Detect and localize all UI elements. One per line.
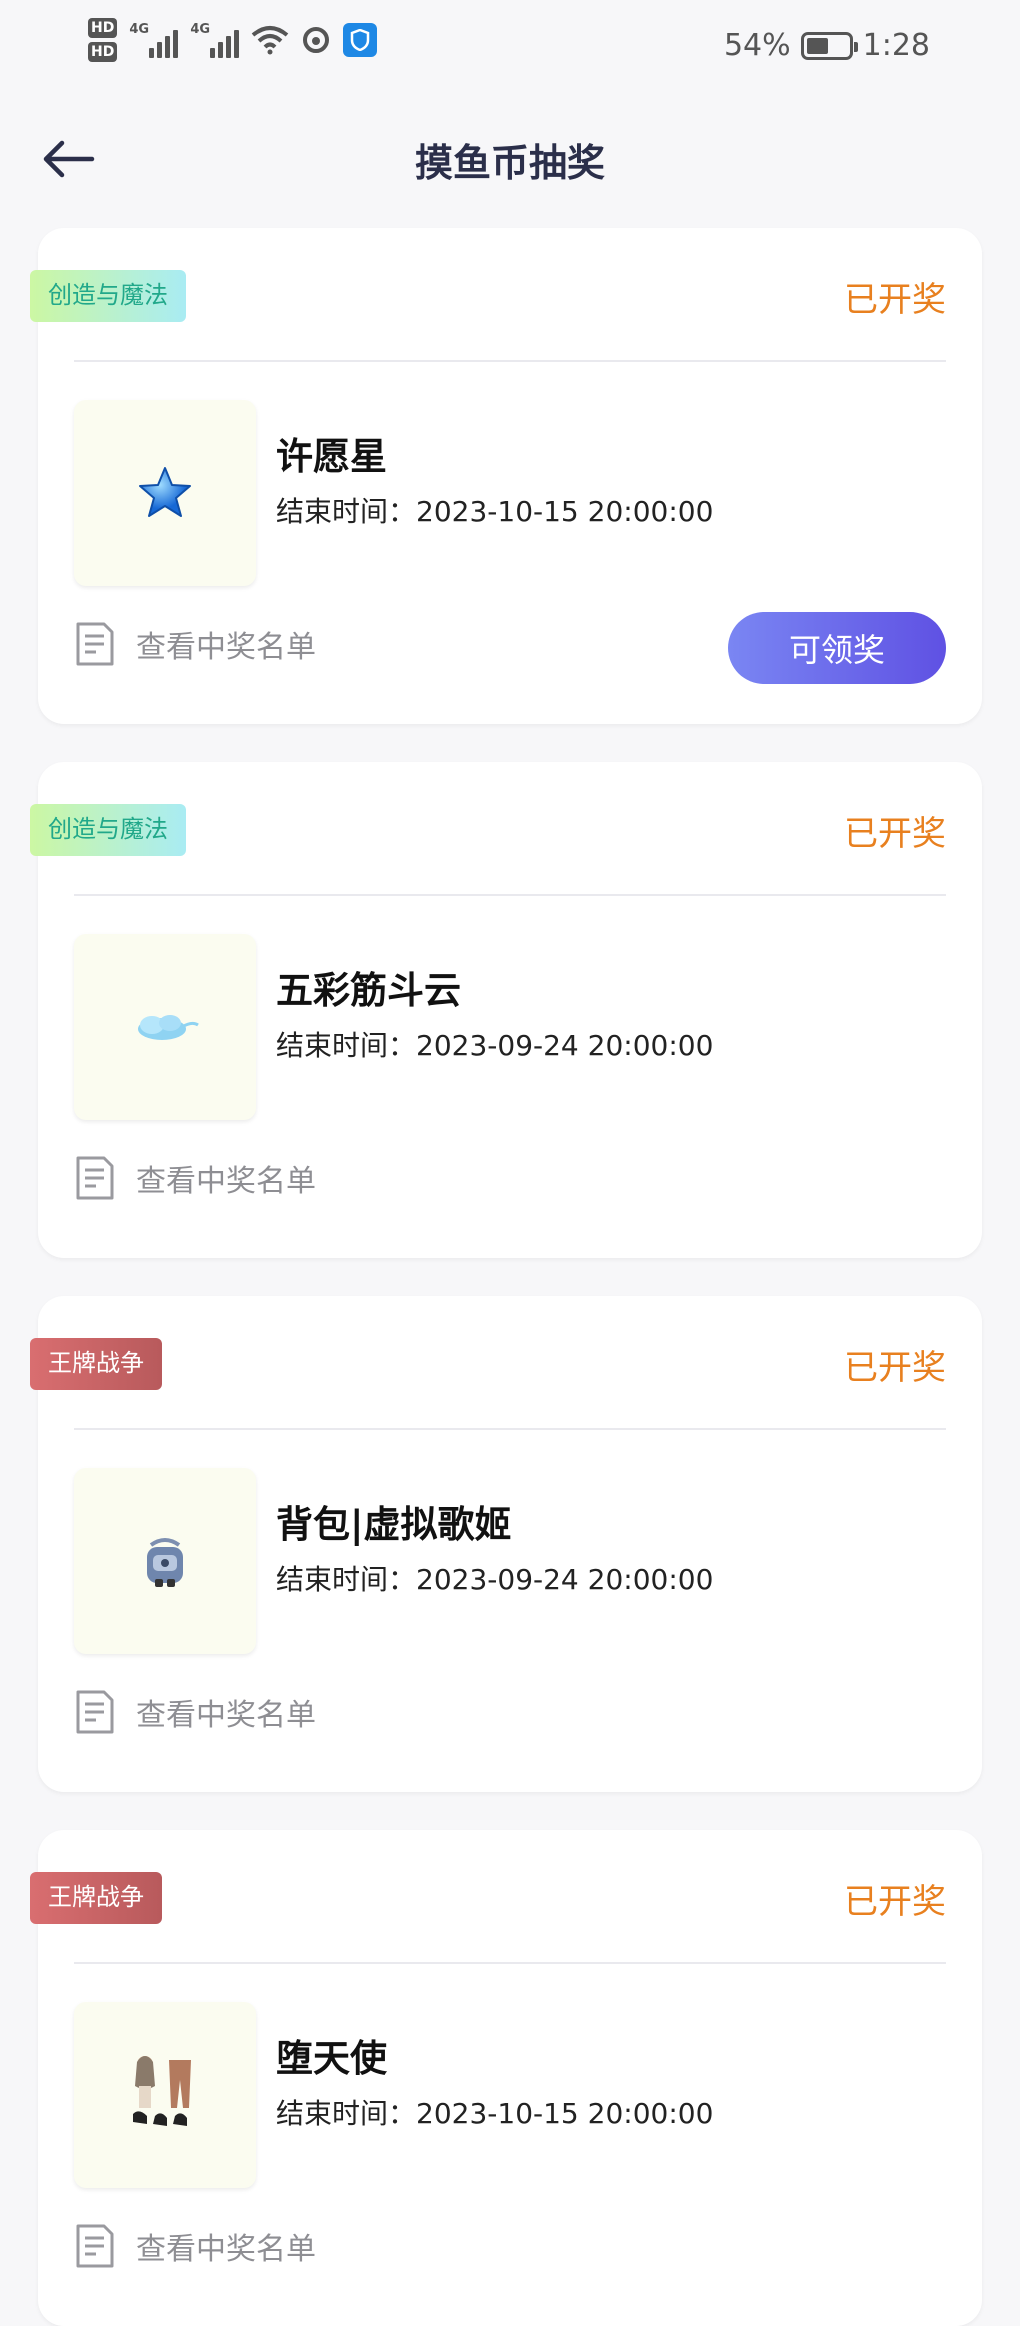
divider bbox=[74, 1428, 946, 1430]
end-time-label: 结束时间： bbox=[276, 495, 417, 528]
end-time-value: 2023-09-24 20:00:00 bbox=[416, 1029, 714, 1062]
page-title: 摸鱼币抽奖 bbox=[414, 141, 605, 185]
prize-image[interactable] bbox=[74, 1468, 256, 1654]
category-tag: 王牌战争 bbox=[30, 1872, 162, 1924]
status-bar: HD HD 4G 4G 54% 1:28 bbox=[0, 0, 1020, 104]
end-time-value: 2023-10-15 20:00:00 bbox=[416, 495, 714, 528]
document-icon bbox=[76, 1156, 114, 1200]
view-winners-label: 查看中奖名单 bbox=[136, 1164, 316, 1199]
wifi-icon bbox=[252, 26, 289, 55]
end-time-label: 结束时间： bbox=[276, 2097, 417, 2130]
end-time-value: 2023-10-15 20:00:00 bbox=[416, 2097, 714, 2130]
end-time: 结束时间：2023-09-24 20:00:00 bbox=[276, 1024, 713, 1064]
view-winners-link[interactable]: 查看中奖名单 bbox=[74, 620, 316, 668]
signal2-icon: 4G bbox=[190, 22, 240, 58]
draw-status: 已开奖 bbox=[844, 280, 946, 320]
view-winners-label: 查看中奖名单 bbox=[136, 1698, 316, 1733]
end-time: 结束时间：2023-10-15 20:00:00 bbox=[276, 490, 713, 530]
status-right: 54% 1:28 bbox=[724, 28, 930, 63]
document-icon bbox=[76, 622, 114, 666]
prize-image[interactable] bbox=[74, 400, 256, 586]
shield-icon bbox=[343, 23, 378, 57]
prize-name: 堕天使 bbox=[276, 2037, 387, 2080]
category-tag: 创造与魔法 bbox=[30, 270, 186, 322]
hd1-icon: HD bbox=[88, 18, 118, 38]
prize-image[interactable] bbox=[74, 934, 256, 1120]
cloud-icon bbox=[138, 1015, 199, 1040]
netease-music-icon bbox=[303, 27, 330, 53]
end-time-label: 结束时间： bbox=[276, 1029, 417, 1062]
divider bbox=[74, 894, 946, 896]
backpack-icon bbox=[147, 1538, 183, 1587]
battery-text: 54% bbox=[723, 28, 791, 63]
end-time: 结束时间：2023-10-15 20:00:00 bbox=[276, 2092, 713, 2132]
hd-indicators: HD HD bbox=[88, 18, 118, 62]
prize-name: 许愿星 bbox=[276, 435, 387, 478]
divider bbox=[74, 360, 946, 362]
header: 摸鱼币抽奖 bbox=[0, 110, 1020, 210]
end-time: 结束时间：2023-09-24 20:00:00 bbox=[276, 1558, 713, 1598]
view-winners-link[interactable]: 查看中奖名单 bbox=[74, 2222, 316, 2270]
draw-status: 已开奖 bbox=[844, 1348, 946, 1388]
lottery-card: 创造与魔法 已开奖 五彩筋斗云 结束时间：2023-09-24 20:00:00… bbox=[30, 762, 982, 1258]
lottery-card: 王牌战争 已开奖 堕天使 结束时间：2023-10-15 20:00:00 查看… bbox=[30, 1830, 982, 2326]
view-winners-link[interactable]: 查看中奖名单 bbox=[74, 1688, 316, 1736]
divider bbox=[74, 1962, 946, 1964]
claim-prize-button[interactable]: 可领奖 bbox=[728, 612, 946, 684]
prize-image[interactable] bbox=[74, 2002, 256, 2188]
end-time-label: 结束时间： bbox=[276, 1563, 417, 1596]
view-winners-label: 查看中奖名单 bbox=[136, 2232, 316, 2267]
outfit-icon bbox=[133, 2056, 191, 2126]
clock: 1:28 bbox=[862, 28, 930, 63]
prize-name: 背包|虚拟歌姬 bbox=[276, 1503, 512, 1546]
view-winners-label: 查看中奖名单 bbox=[136, 630, 316, 665]
battery-icon bbox=[800, 31, 858, 60]
view-winners-link[interactable]: 查看中奖名单 bbox=[74, 1154, 316, 1202]
end-time-value: 2023-09-24 20:00:00 bbox=[416, 1563, 714, 1596]
signal1-icon: 4G bbox=[129, 22, 179, 58]
draw-status: 已开奖 bbox=[844, 1882, 946, 1922]
category-tag: 创造与魔法 bbox=[30, 804, 186, 856]
blue-star-icon bbox=[139, 467, 191, 517]
hd2-icon: HD bbox=[88, 42, 118, 62]
lottery-card: 王牌战争 已开奖 背包|虚拟歌姬 结束时间：2023-09-24 20:00:0… bbox=[30, 1296, 982, 1792]
status-left: HD HD 4G 4G bbox=[88, 18, 378, 62]
document-icon bbox=[76, 2224, 114, 2268]
lottery-card: 创造与魔法 已开奖 许愿星 结束时间：2023-10-15 20:00:00 查… bbox=[30, 228, 982, 724]
prize-name: 五彩筋斗云 bbox=[276, 969, 461, 1012]
draw-status: 已开奖 bbox=[844, 814, 946, 854]
category-tag: 王牌战争 bbox=[30, 1338, 162, 1390]
document-icon bbox=[76, 1690, 114, 1734]
